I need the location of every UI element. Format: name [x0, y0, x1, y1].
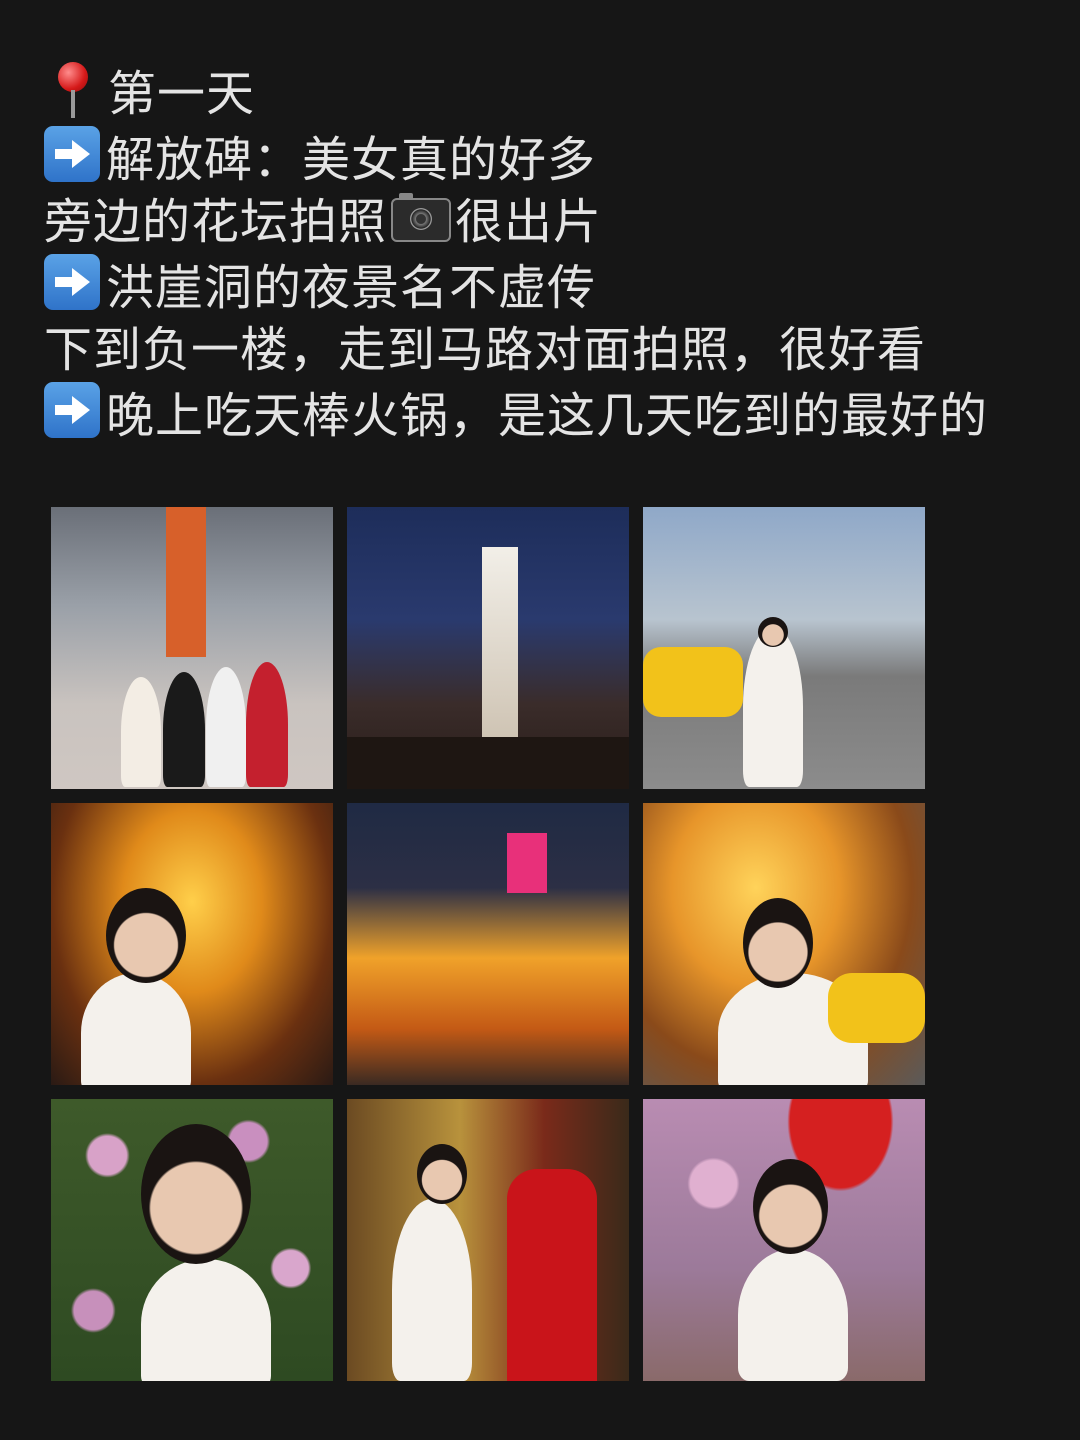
- crowd-area: [347, 737, 629, 789]
- arrow-right-icon: [44, 126, 100, 182]
- person-head: [753, 1159, 828, 1254]
- person-head: [106, 888, 186, 983]
- camera-icon: [391, 193, 452, 242]
- person-head: [417, 1144, 467, 1204]
- photo-red-postbox-portrait[interactable]: [347, 1099, 629, 1381]
- person-figure: [743, 627, 803, 787]
- photo-flower-bed-portrait-1[interactable]: [51, 1099, 333, 1381]
- post-text: 第一天 解放碑：美女真的好多 旁边的花坛拍照 很出片 洪崖洞的夜景名不虚传 下到负…: [44, 62, 1044, 446]
- neon-sign: [507, 833, 547, 893]
- post-line-text: 晚上吃天棒火锅，是这几天吃到的最好的: [106, 388, 989, 444]
- red-postbox: [507, 1169, 597, 1381]
- post-line: 旁边的花坛拍照 很出片: [44, 190, 1044, 254]
- photo-hongyadong-portrait-2[interactable]: [643, 803, 925, 1085]
- person-figure: [163, 672, 205, 787]
- post-line-text: 很出片: [455, 194, 603, 250]
- post-line-text: 旁边的花坛拍照: [44, 194, 388, 250]
- post-line-title: 第一天: [44, 62, 1044, 126]
- monument-tower: [482, 547, 518, 737]
- person-head: [141, 1124, 251, 1264]
- post-line-text: 洪崖洞的夜景名不虚传: [106, 260, 597, 316]
- post-line-text: 解放碑：美女真的好多: [106, 132, 597, 188]
- person-figure: [81, 973, 191, 1085]
- taxi-car: [643, 647, 743, 717]
- photo-group-jiefangbei[interactable]: [51, 507, 333, 789]
- person-figure: [121, 677, 161, 787]
- post-line-text: 第一天: [108, 66, 256, 122]
- pin-icon: [44, 62, 100, 118]
- arrow-right-icon: [44, 254, 100, 310]
- person-figure: [246, 662, 288, 787]
- person-figure: [206, 667, 246, 787]
- photo-street-taxi-day[interactable]: [643, 507, 925, 789]
- photo-hongyadong-night-view[interactable]: [347, 803, 629, 1085]
- post-line: 晚上吃天棒火锅，是这几天吃到的最好的: [44, 382, 1044, 446]
- photo-grid: [51, 507, 925, 1381]
- person-figure: [141, 1259, 271, 1381]
- post-line: 下到负一楼，走到马路对面拍照，很好看: [44, 318, 1044, 382]
- photo-jiefangbei-monument-night[interactable]: [347, 507, 629, 789]
- person-figure: [738, 1249, 848, 1381]
- post-line: 解放碑：美女真的好多: [44, 126, 1044, 190]
- monument-tower: [166, 507, 206, 657]
- person-head: [758, 617, 788, 647]
- photo-flower-bed-portrait-2[interactable]: [643, 1099, 925, 1381]
- arrow-right-icon: [44, 382, 100, 438]
- post-line: 洪崖洞的夜景名不虚传: [44, 254, 1044, 318]
- photo-hongyadong-portrait-1[interactable]: [51, 803, 333, 1085]
- person-head: [743, 898, 813, 988]
- post-line-text: 下到负一楼，走到马路对面拍照，很好看: [44, 322, 927, 378]
- taxi-car: [828, 973, 925, 1043]
- person-figure: [392, 1199, 472, 1381]
